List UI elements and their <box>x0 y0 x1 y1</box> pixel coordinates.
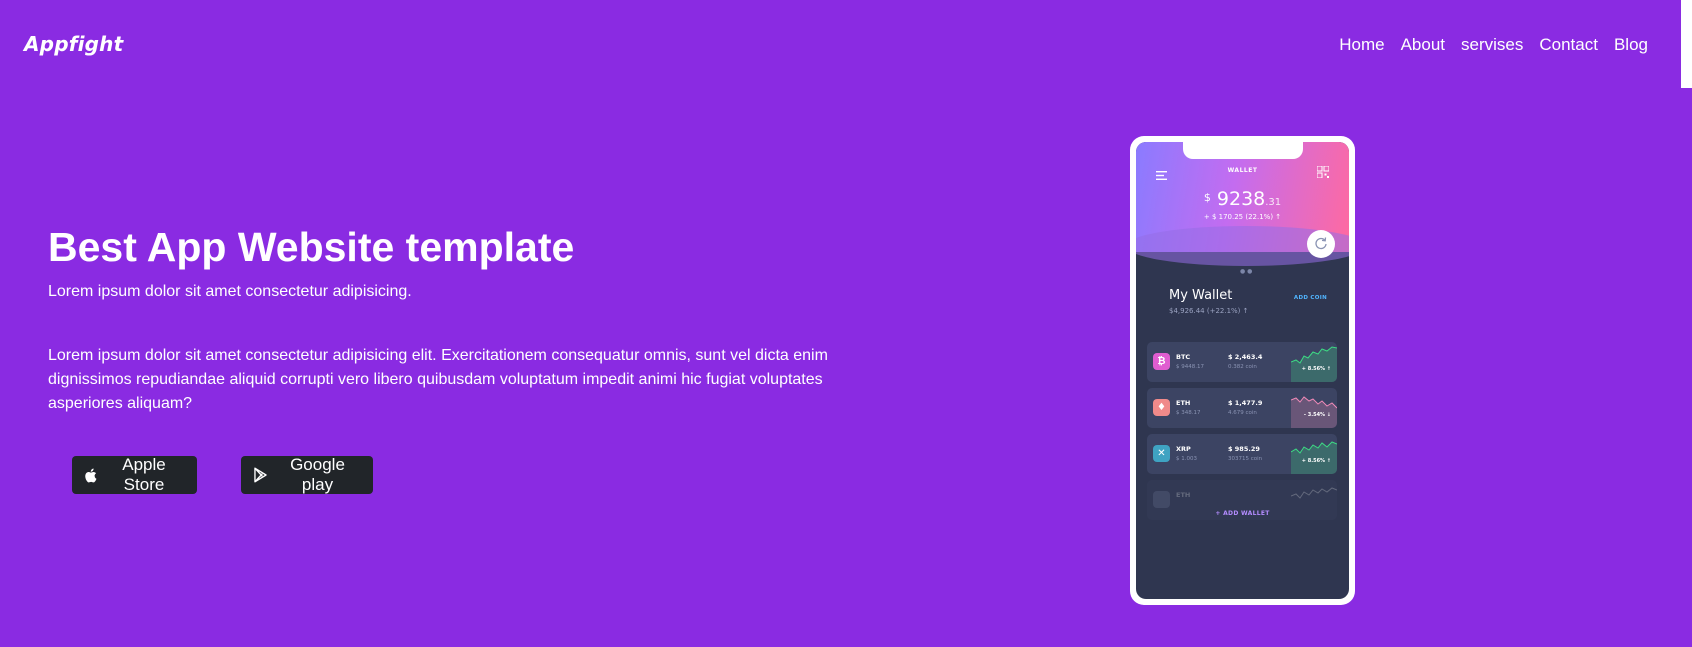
scrollbar-stub[interactable] <box>1681 0 1692 88</box>
coin-amount: 303715 coin <box>1228 456 1263 462</box>
coin-value: $ 2,463.4 <box>1228 353 1263 361</box>
balance-decimal: .31 <box>1265 197 1282 208</box>
apple-icon <box>84 468 97 483</box>
coin-amount: 0.382 coin <box>1228 364 1257 370</box>
hero-description: Lorem ipsum dolor sit amet consectetur a… <box>48 347 828 412</box>
google-play-button[interactable]: Google play <box>241 455 373 494</box>
apple-store-label: Apple Store <box>122 455 166 494</box>
wallet-header-label: WALLET <box>1227 167 1258 174</box>
coin-symbol: ETH <box>1176 491 1191 499</box>
refresh-icon <box>1314 235 1328 254</box>
google-play-icon <box>253 467 268 483</box>
balance-change: + $ 170.25 (22.1%) ↑ <box>1203 213 1282 221</box>
coin-value: $ 1,477.9 <box>1228 399 1263 407</box>
nav-item-contact[interactable]: Contact <box>1539 35 1598 55</box>
coin-sparkline <box>1291 396 1337 428</box>
coin-card-eth[interactable]: ♦ ETH $ 348.17 $ 1,477.9 4.679 coin - 3.… <box>1147 388 1337 428</box>
google-play-label: Google play <box>290 455 345 494</box>
hero-title: Best App Website template <box>48 224 575 270</box>
balance-main: 9238 <box>1216 188 1266 210</box>
nav-item-blog[interactable]: Blog <box>1614 35 1648 55</box>
add-wallet-link[interactable]: + ADD WALLET <box>1136 510 1349 517</box>
coin-symbol: ETH <box>1176 399 1191 407</box>
my-wallet-value: $4,926.44 (+22.1%) ↑ <box>1169 307 1249 315</box>
ripple-icon: ✕ <box>1153 445 1170 462</box>
coin-symbol: BTC <box>1176 353 1191 361</box>
nav-item-home[interactable]: Home <box>1339 35 1384 55</box>
coin-price: $ 1.003 <box>1176 456 1197 462</box>
phone-mockup: WALLET $ 9238.31 + $ 170.25 (22.1%) ↑ ● … <box>1130 136 1355 605</box>
main-nav: Home About servises Contact Blog <box>1339 35 1648 55</box>
brand-logo[interactable]: Appfight <box>24 32 123 56</box>
coin-sparkline <box>1291 346 1337 382</box>
coin-sparkline <box>1291 441 1337 474</box>
coin-change: + 8.56% ↑ <box>1301 366 1331 372</box>
ethereum-icon: ♦ <box>1153 399 1170 416</box>
hero-subtitle: Lorem ipsum dolor sit amet consectetur a… <box>48 283 412 300</box>
coin-price: $ 9448.17 <box>1176 364 1204 370</box>
add-coin-link[interactable]: ADD COIN <box>1294 295 1327 301</box>
page-indicator-dots: ● ● <box>1240 268 1253 275</box>
nav-item-services[interactable]: servises <box>1461 35 1523 55</box>
balance-currency: $ <box>1203 191 1211 204</box>
coin-value: $ 985.29 <box>1228 445 1260 453</box>
coin-change: + 8.56% ↑ <box>1301 458 1331 464</box>
coin-card-xrp[interactable]: ✕ XRP $ 1.003 $ 985.29 303715 coin + 8.5… <box>1147 434 1337 474</box>
wallet-balance: $ 9238.31 <box>1136 188 1349 210</box>
my-wallet-title: My Wallet <box>1169 288 1233 303</box>
coin-card-btc[interactable]: ₿ BTC $ 9448.17 $ 2,463.4 0.382 coin + 8… <box>1147 342 1337 382</box>
coin-icon <box>1153 491 1170 508</box>
coin-price: $ 348.17 <box>1176 410 1201 416</box>
apple-store-button[interactable]: Apple Store <box>72 455 197 494</box>
bitcoin-icon: ₿ <box>1153 353 1170 370</box>
phone-notch <box>1183 142 1303 159</box>
phone-screen: WALLET $ 9238.31 + $ 170.25 (22.1%) ↑ ● … <box>1136 142 1349 599</box>
coin-amount: 4.679 coin <box>1228 410 1257 416</box>
coin-symbol: XRP <box>1176 445 1191 453</box>
refresh-button[interactable] <box>1307 230 1335 258</box>
coin-change: - 3.54% ↓ <box>1303 412 1331 418</box>
nav-item-about[interactable]: About <box>1401 35 1445 55</box>
